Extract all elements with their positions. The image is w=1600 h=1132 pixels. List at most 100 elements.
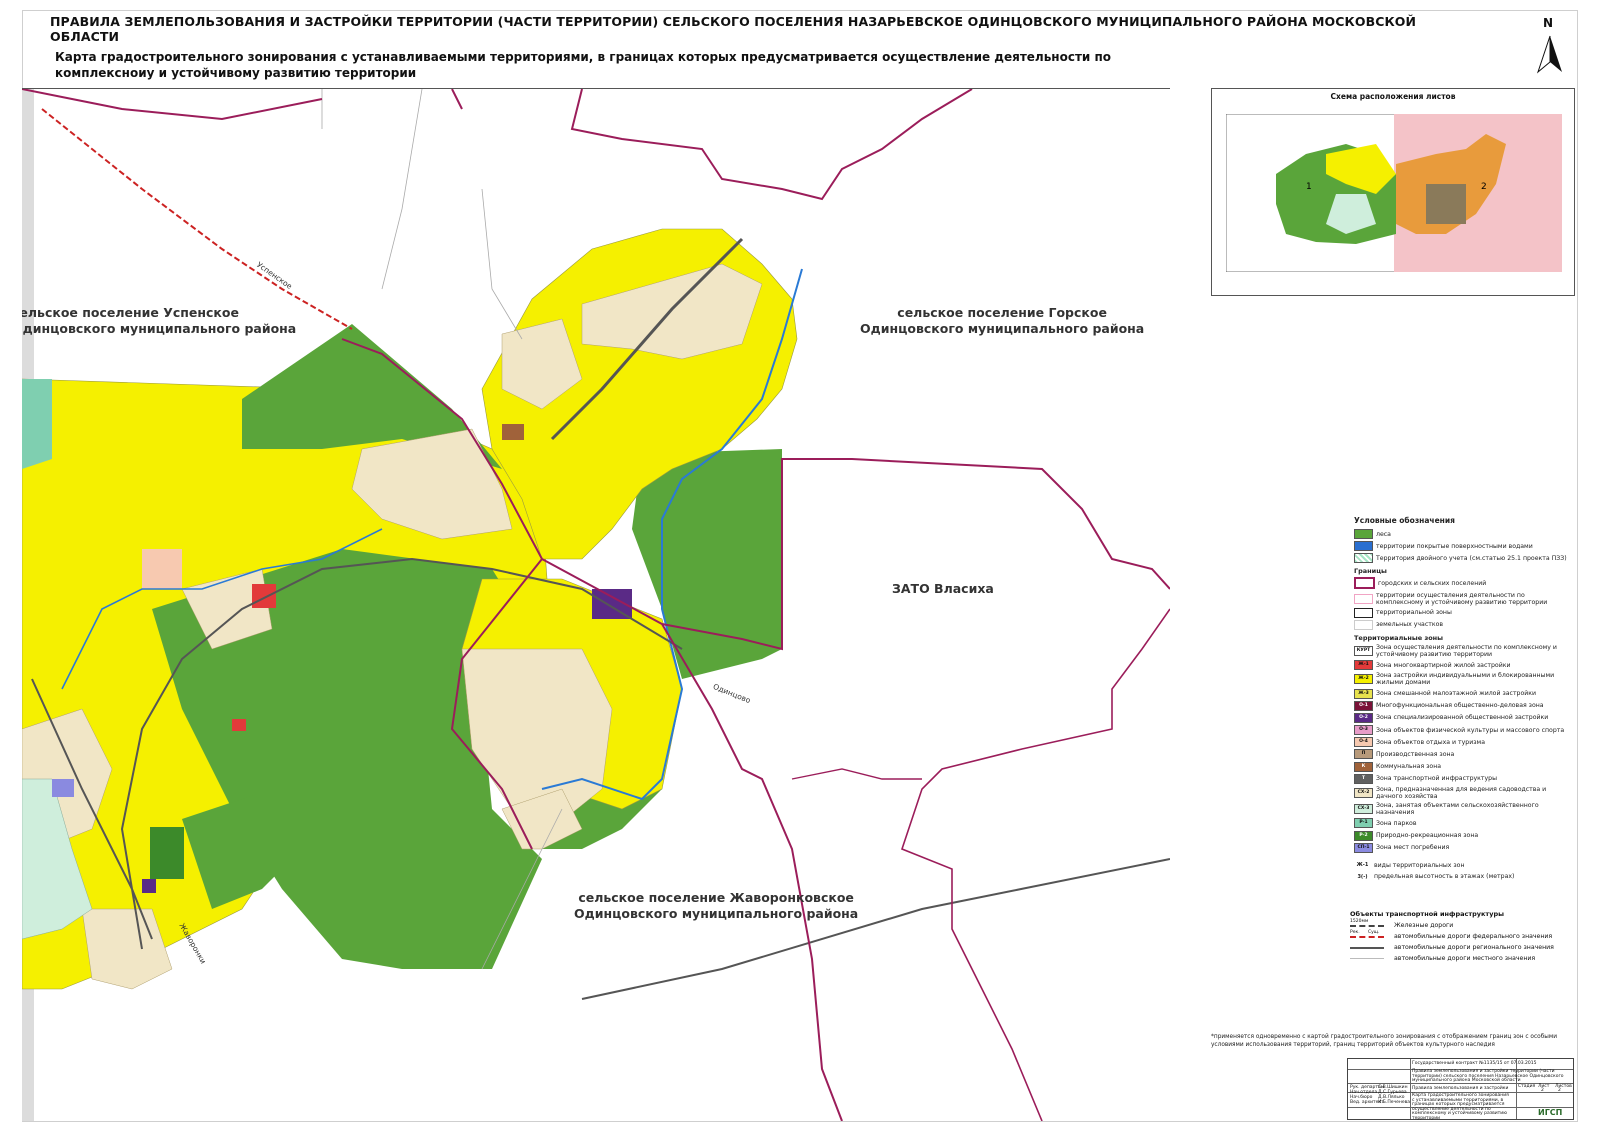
legend-zone-item: Ж-2 Зона застройки индивидуальными и блок… bbox=[1354, 672, 1570, 686]
legend-zone-item: СХ-3 Зона, занятая объектами сельскохозяй… bbox=[1354, 802, 1570, 816]
page-title: ПРАВИЛА ЗЕМЛЕПОЛЬЗОВАНИЯ И ЗАСТРОЙКИ ТЕР… bbox=[50, 14, 1417, 44]
legend-item: земельных участков bbox=[1354, 619, 1570, 630]
legend-zone-item: Р-1 Зона парков bbox=[1354, 818, 1570, 829]
legend-item: территории покрытые поверхностными водам… bbox=[1354, 541, 1570, 552]
legend-title: Условные обозначения bbox=[1354, 516, 1455, 525]
legend-zone-label: Зона парков bbox=[1376, 819, 1417, 827]
legend-zone-item: О-4 Зона объектов отдыха и туризма bbox=[1354, 737, 1570, 748]
legend-zone-label: Коммунальная зона bbox=[1376, 763, 1442, 771]
legend-zone-item: Т Зона транспортной инфраструктуры bbox=[1354, 773, 1570, 784]
zone-tourism-lot bbox=[142, 549, 182, 589]
legend-boundaries-title: Границы bbox=[1354, 567, 1387, 576]
legend-zone-code: Т bbox=[1354, 773, 1373, 784]
stamp-org-logo: ИГСП bbox=[1538, 1108, 1563, 1117]
legend-zone-item: СХ-2 Зона, предназначенная для ведения са… bbox=[1354, 786, 1570, 800]
legend-zones-list: КУРТ Зона осуществления деятельности по к… bbox=[1354, 644, 1570, 853]
legend-zone-code: СП-1 bbox=[1354, 842, 1373, 853]
zone-recreation-block bbox=[150, 827, 184, 879]
legend-note: 3(-) предельная высотность в этажах (метр… bbox=[1357, 873, 1515, 881]
zone-cemetery-lot bbox=[52, 779, 74, 797]
legend-zone-label: Зона транспортной инфраструктуры bbox=[1376, 775, 1497, 783]
legend-zone-item: К Коммунальная зона bbox=[1354, 761, 1570, 772]
legend-zone-code: О-1 bbox=[1354, 700, 1373, 711]
stamp-contract: Государственный контракт №1135/15 от 07.… bbox=[1412, 1061, 1537, 1066]
transport-item: Рек. Сущ. автомобильные дороги федеральн… bbox=[1350, 929, 1553, 940]
legend-item: территориальной зоны bbox=[1354, 607, 1570, 618]
map-canvas bbox=[22, 89, 1170, 1121]
label-vlasikha: ЗАТО Власиха bbox=[892, 581, 994, 596]
legend-zone-label: Производственная зона bbox=[1376, 750, 1455, 758]
transport-item: автомобильные дороги регионального значе… bbox=[1350, 944, 1570, 951]
legend-item: городских и сельских поселений bbox=[1354, 577, 1570, 590]
zone-park-west bbox=[22, 379, 52, 469]
legend-zone-code: СХ-3 bbox=[1354, 804, 1373, 815]
zone-apartment-lot2 bbox=[232, 719, 246, 731]
legend-zone-item: КУРТ Зона осуществления деятельности по к… bbox=[1354, 644, 1570, 658]
legend-zone-item: Ж-1 Зона многоквартирной жилой застройки bbox=[1354, 660, 1570, 671]
legend-zone-label: Зона многоквартирной жилой застройки bbox=[1376, 661, 1511, 669]
legend-zone-item: П Производственная зона bbox=[1354, 749, 1570, 760]
legend-zone-item: О-3 Зона объектов физической культуры и м… bbox=[1354, 725, 1570, 736]
legend-zone-item: Р-2 Природно-рекреационная зона bbox=[1354, 830, 1570, 841]
stamp-stage: Стадия bbox=[1518, 1084, 1536, 1089]
legend-zone-label: Зона смешанной малоэтажной жилой застрой… bbox=[1376, 690, 1537, 697]
legend-zone-code: КУРТ bbox=[1354, 645, 1373, 656]
legend-zone-code: Р-1 bbox=[1354, 818, 1373, 829]
legend-zone-item: Ж-3 Зона смешанной малоэтажной жилой заст… bbox=[1354, 688, 1570, 699]
transport-title: Объекты транспортной инфраструктуры bbox=[1350, 910, 1504, 918]
legend-zone-item: СП-1 Зона мест погребения bbox=[1354, 842, 1570, 853]
stamp-sheets-value: 2 bbox=[1558, 1088, 1561, 1093]
legend-item: Территория двойного учета (см.статью 25.… bbox=[1354, 553, 1570, 564]
title-block-stamp: Государственный контракт №1135/15 от 07.… bbox=[1347, 1058, 1574, 1120]
legend-zone-label: Зона осуществления деятельности по компл… bbox=[1376, 643, 1557, 658]
label-gorskoe: сельское поселение Горское Одинцовского … bbox=[860, 305, 1145, 336]
legend-zone-label: Зона, предназначенная для ведения садово… bbox=[1376, 786, 1547, 800]
zone-communal-lot bbox=[502, 424, 524, 440]
legend-zone-code: Ж-2 bbox=[1354, 674, 1373, 685]
zoning-map[interactable]: сельское поселение Успенское Одинцовског… bbox=[22, 88, 1170, 1121]
transport-legend: Объекты транспортной инфраструктуры 1520… bbox=[1350, 910, 1570, 966]
stamp-map-desc: Карта градостроительного зонирования с у… bbox=[1412, 1093, 1509, 1121]
north-label: N bbox=[1543, 16, 1554, 30]
legend-zone-code: О-3 bbox=[1354, 725, 1373, 736]
legend-zone-code: Ж-3 bbox=[1354, 688, 1373, 699]
legend-zones-title: Территориальные зоны bbox=[1354, 633, 1444, 642]
legend-zone-code: Р-2 bbox=[1354, 830, 1373, 841]
stamp-desc: Правила землепользования и застройки тер… bbox=[1412, 1069, 1564, 1083]
legend-zone-code: СХ-2 bbox=[1354, 788, 1373, 798]
legend-item: территории осуществления деятельности по… bbox=[1354, 592, 1570, 606]
legend: Условные обозначения леса территории пок… bbox=[1354, 516, 1570, 883]
zone-public-lot2 bbox=[142, 879, 156, 893]
footnote: *применяется одновременно с картой градо… bbox=[1211, 1034, 1557, 1048]
legend-zone-label: Зона, занятая объектами сельскохозяйстве… bbox=[1376, 802, 1539, 817]
page-subtitle: Карта градостроительного зонирования с у… bbox=[55, 50, 1112, 80]
legend-item: леса bbox=[1354, 529, 1570, 539]
stamp-section: Правила землепользования и застройки bbox=[1412, 1086, 1509, 1091]
legend-zone-code: Ж-1 bbox=[1354, 660, 1373, 671]
legend-zone-label: Зона специализированной общественной зас… bbox=[1376, 714, 1549, 722]
legend-zone-item: О-2 Зона специализированной общественной … bbox=[1354, 712, 1570, 723]
legend-zone-code: П bbox=[1354, 749, 1373, 760]
inset-map: 1 2 bbox=[1226, 114, 1562, 272]
inset-title: Схема расположения листов bbox=[1330, 92, 1456, 101]
legend-zone-label: Природно-рекреационная зона bbox=[1376, 832, 1479, 840]
transport-item: автомобильные дороги местного значения bbox=[1350, 955, 1570, 962]
sheet-layout-inset: Схема расположения листов 1 2 bbox=[1211, 88, 1575, 296]
legend-zone-code: О-4 bbox=[1354, 737, 1373, 748]
label-uspenskoe: сельское поселение Успенское Одинцовског… bbox=[22, 305, 297, 336]
inset-sheet-2: 2 bbox=[1481, 182, 1487, 192]
legend-zone-label: Зона застройки индивидуальными и блокиро… bbox=[1376, 672, 1555, 687]
legend-zone-code: О-2 bbox=[1354, 712, 1373, 723]
legend-note: Ж-1 виды территориальных зон bbox=[1356, 861, 1465, 869]
stamp-sheet-value: 2 bbox=[1541, 1088, 1544, 1093]
legend-zone-label: Зона объектов отдыха и туризма bbox=[1376, 738, 1486, 746]
transport-item: 1520мм Железные дороги bbox=[1350, 918, 1454, 929]
inset-sheet-1: 1 bbox=[1306, 182, 1312, 192]
label-zhavoronkovskoe: сельское поселение Жаворонковское Одинцо… bbox=[574, 890, 859, 921]
legend-zone-code: К bbox=[1354, 761, 1373, 772]
legend-zone-item: О-1 Многофункциональная общественно-делов… bbox=[1354, 700, 1570, 711]
legend-zone-label: Многофункциональная общественно-деловая … bbox=[1376, 702, 1544, 710]
zone-apartment-lot bbox=[252, 584, 276, 608]
legend-zone-label: Зона объектов физической культуры и масс… bbox=[1376, 726, 1565, 734]
legend-zone-label: Зона мест погребения bbox=[1376, 844, 1450, 852]
